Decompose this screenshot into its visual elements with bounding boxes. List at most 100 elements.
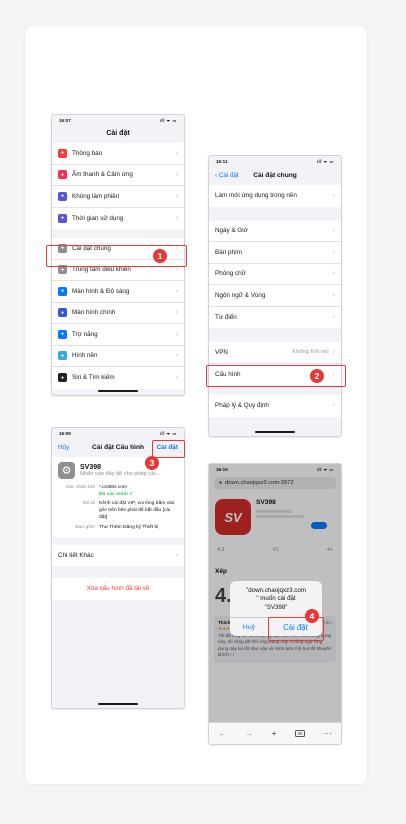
flower-icon: ● bbox=[58, 351, 67, 361]
chevron-right-icon: › bbox=[175, 287, 178, 295]
more-icon[interactable]: ··· bbox=[324, 729, 332, 738]
back-button[interactable]: ‹ Cài đặt bbox=[215, 172, 239, 179]
chevron-right-icon: › bbox=[332, 227, 335, 235]
row-label: Ngôn ngữ & Vùng bbox=[215, 291, 266, 299]
row-vpn[interactable]: VPN Không Kết nối › bbox=[209, 342, 341, 364]
highlight-install bbox=[152, 440, 185, 458]
group-legal: Pháp lý & Quy định › bbox=[209, 395, 341, 417]
tabs-icon[interactable]: 30 bbox=[295, 730, 305, 737]
general-row[interactable]: Ngôn ngữ & Vùng › bbox=[209, 285, 341, 307]
settings-row[interactable]: ● Thông báo › bbox=[52, 143, 184, 165]
status-bar: 16:11 ıll ᯤ ▭ bbox=[209, 156, 341, 167]
status-icons: ıll ᯤ ▭ bbox=[159, 117, 177, 123]
status-time: 16:09 bbox=[59, 431, 71, 436]
general-row[interactable]: Bàn phím › bbox=[209, 242, 341, 264]
row-label: Trợ năng bbox=[72, 330, 98, 338]
chevron-right-icon: › bbox=[175, 374, 178, 382]
vpn-status: Không Kết nối bbox=[292, 349, 329, 356]
home-indicator bbox=[98, 390, 138, 392]
grid-icon: ● bbox=[58, 308, 67, 318]
hourglass-icon: ● bbox=[58, 213, 67, 223]
contains-key: Bao gồm bbox=[75, 524, 95, 530]
dialog-line-1: "down.chaojqxz3.com bbox=[246, 587, 306, 594]
chevron-right-icon: › bbox=[332, 291, 335, 299]
siri-icon: ● bbox=[58, 373, 67, 383]
contains-value: Thư Thêm Đăng ký Thiết bị bbox=[99, 524, 159, 530]
phone-general: 16:11 ıll ᯤ ▭ ‹ Cài đặt Cài đặt chung Là… bbox=[208, 155, 342, 437]
cancel-button[interactable]: Hủy bbox=[58, 444, 69, 451]
row-label: Pháp lý & Quy định bbox=[215, 402, 269, 410]
step-badge-2: 2 bbox=[310, 369, 324, 383]
row-label: Làm mới ứng dụng trong nền bbox=[215, 192, 297, 200]
row-label: Thời gian sử dụng bbox=[72, 214, 124, 222]
group-details: Chi tiết Khác › bbox=[52, 544, 184, 567]
status-bar: 16:07 ıll ᯤ ▭ bbox=[52, 115, 184, 126]
row-label: Màn hình chính bbox=[72, 309, 116, 317]
verified-badge: Đã xác minh ✓ bbox=[99, 492, 134, 498]
brightness-icon: ● bbox=[58, 286, 67, 296]
row-background-refresh[interactable]: Làm mới ứng dụng trong nền › bbox=[209, 185, 341, 207]
row-label: Chi tiết Khác bbox=[58, 551, 94, 559]
phone-safari-download: 16:10 ıll ᯤ ▭ ● down.chaojqxz3.com:3972 S… bbox=[208, 463, 342, 745]
remove-profile-button[interactable]: Xóa cấu hình đã tải về bbox=[52, 578, 184, 600]
speaker-icon: ● bbox=[58, 170, 67, 180]
dialog-line-2: " muốn cài đặt bbox=[256, 595, 296, 603]
signed-by-value: *.ios88s.com bbox=[99, 485, 127, 490]
step-badge-1: 1 bbox=[153, 249, 167, 263]
chevron-right-icon: › bbox=[332, 402, 335, 410]
row-label: Màn hình & Độ sáng bbox=[72, 287, 130, 295]
row-label: Âm thanh & Cảm ứng bbox=[72, 171, 133, 179]
general-row[interactable]: Từ điển › bbox=[209, 307, 341, 329]
status-time: 16:11 bbox=[216, 159, 228, 164]
chevron-right-icon: › bbox=[175, 214, 178, 222]
status-bar: 16:09 ıll ᯤ ▭ bbox=[52, 428, 184, 439]
dialog-cancel-button[interactable]: Huỷ bbox=[230, 618, 269, 637]
row-label: VPN bbox=[215, 348, 228, 356]
profile-gear-icon: ⚙ bbox=[58, 462, 75, 479]
chevron-right-icon: › bbox=[332, 348, 335, 356]
home-indicator bbox=[255, 431, 295, 433]
settings-row[interactable]: ● Thời gian sử dụng › bbox=[52, 208, 184, 230]
settings-row[interactable]: ● Màn hình & Độ sáng › bbox=[52, 281, 184, 303]
settings-row[interactable]: ● Siri & Tìm kiếm › bbox=[52, 367, 184, 389]
row-label: Bàn phím bbox=[215, 248, 242, 256]
settings-group-notifications: ● Thông báo › ● Âm thanh & Cảm ứng › ● Không là… bbox=[52, 143, 184, 229]
settings-row[interactable]: ● Âm thanh & Cảm ứng › bbox=[52, 165, 184, 186]
row-label: Ngày & Giờ bbox=[215, 227, 248, 235]
row-label: Trung tâm điều khiển bbox=[72, 266, 131, 274]
row-legal[interactable]: Pháp lý & Quy định › bbox=[209, 395, 341, 417]
general-row[interactable]: Phông chữ › bbox=[209, 264, 341, 285]
group-remove: Xóa cấu hình đã tải về bbox=[52, 578, 184, 600]
row-more-details[interactable]: Chi tiết Khác › bbox=[52, 545, 184, 567]
back-arrow-icon[interactable]: ← bbox=[218, 729, 226, 738]
chevron-right-icon: › bbox=[332, 270, 335, 278]
phone-install-profile: 16:09 ıll ᯤ ▭ Hủy Cài đặt Cấu hình Cài đ… bbox=[51, 427, 185, 709]
accessibility-icon: ● bbox=[58, 329, 67, 339]
add-tab-icon[interactable]: + bbox=[272, 729, 277, 738]
chevron-right-icon: › bbox=[175, 171, 178, 179]
dialog-line-3: "SV398" bbox=[264, 603, 288, 611]
row-label: Thông báo bbox=[72, 149, 103, 157]
highlight-profile bbox=[206, 365, 346, 387]
group-background: Làm mới ứng dụng trong nền › bbox=[209, 185, 341, 207]
row-label: Từ điển bbox=[215, 313, 237, 321]
chevron-right-icon: › bbox=[332, 248, 335, 256]
remove-label: Xóa cấu hình đã tải về bbox=[86, 585, 150, 593]
step-badge-3: 3 bbox=[145, 456, 159, 470]
chevron-right-icon: › bbox=[175, 266, 178, 274]
back-label: Cài đặt bbox=[218, 171, 239, 179]
settings-row[interactable]: ● Trợ năng › bbox=[52, 324, 184, 346]
status-icons: ıll ᯤ ▭ bbox=[316, 158, 334, 164]
chevron-right-icon: › bbox=[175, 309, 178, 317]
settings-row[interactable]: ● Không làm phiền › bbox=[52, 186, 184, 208]
safari-toolbar: ← → + 30 ··· bbox=[209, 722, 341, 744]
forward-arrow-icon[interactable]: → bbox=[245, 729, 253, 738]
chevron-right-icon: › bbox=[332, 313, 335, 321]
settings-row[interactable]: ● Màn hình chính › bbox=[52, 303, 184, 324]
row-label: Siri & Tìm kiếm bbox=[72, 374, 115, 382]
general-row[interactable]: Ngày & Giờ › bbox=[209, 221, 341, 242]
group-datetime: Ngày & Giờ › Bàn phím › Phông chữ › Ngôn ngữ &… bbox=[209, 220, 341, 329]
chevron-right-icon: › bbox=[175, 192, 178, 200]
row-label: Phông chữ bbox=[215, 270, 246, 278]
settings-row[interactable]: ● Hình nền › bbox=[52, 346, 184, 367]
